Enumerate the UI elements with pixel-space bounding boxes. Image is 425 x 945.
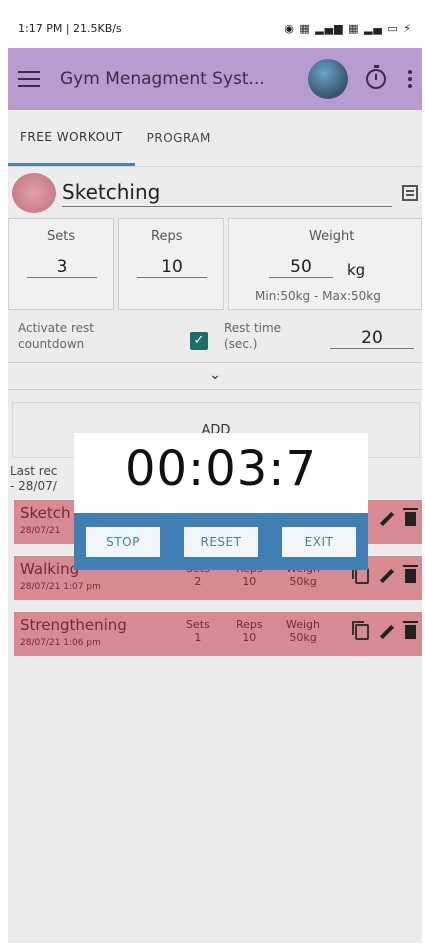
weight-range-hint: Min:50kg - Max:50kg <box>255 289 381 303</box>
menu-icon[interactable] <box>18 71 40 87</box>
rest-row: Activate rest countdown ✓ Rest time (sec… <box>8 316 422 364</box>
record-weight-label: Weigh <box>286 618 321 631</box>
exit-button[interactable]: EXIT <box>282 526 356 557</box>
sets-label: Sets <box>47 229 76 244</box>
avatar[interactable] <box>308 59 348 99</box>
record-reps-value: 10 <box>242 575 257 588</box>
record-sets-value: 2 <box>194 575 202 588</box>
tab-program[interactable]: PROGRAM <box>135 110 223 166</box>
record-reps-value: 10 <box>242 631 257 644</box>
tab-free-workout[interactable]: FREE WORKOUT <box>8 110 135 166</box>
stopwatch-dialog: 00:03:7 STOP RESET EXIT <box>74 433 368 570</box>
timer-icon[interactable] <box>366 65 386 89</box>
rest-countdown-checkbox[interactable]: ✓ <box>190 332 208 350</box>
weight-unit-select[interactable]: kg <box>347 261 365 279</box>
weight-input[interactable]: 50 <box>269 257 333 278</box>
record-date: 28/07/21 1:07 pm <box>20 582 101 592</box>
reps-input[interactable]: 10 <box>137 257 207 278</box>
copy-icon[interactable] <box>352 621 369 640</box>
more-icon[interactable] <box>408 70 412 88</box>
app-title: Gym Menagment Syst... <box>60 69 265 89</box>
edit-icon[interactable] <box>379 568 395 584</box>
record-reps-label: Reps <box>236 618 263 631</box>
record-weight-value: 50kg <box>289 631 317 644</box>
last-records-label: Last rec - 28/07/ <box>10 464 58 493</box>
record-sets-value: 1 <box>194 631 202 644</box>
record-actions <box>352 565 418 584</box>
expand-chevron-icon[interactable]: ⌄ <box>8 362 422 390</box>
weight-card: Weight 50 kg Min:50kg - Max:50kg <box>228 218 422 310</box>
record-actions <box>352 621 418 640</box>
status-time: 1:17 PM | 21.5KB/s <box>18 21 122 35</box>
trash-icon[interactable] <box>403 508 418 526</box>
record-sets: Sets 1 <box>186 618 210 644</box>
stop-button[interactable]: STOP <box>86 526 160 557</box>
record-sets-label: Sets <box>186 618 210 631</box>
record-weight: Weigh50kg <box>286 618 320 644</box>
reps-label: Reps <box>151 229 183 244</box>
rest-time-label: Rest time (sec.) <box>224 321 282 351</box>
app-bar: Gym Menagment Syst... <box>8 48 422 110</box>
sets-card: Sets 3 <box>8 218 114 310</box>
activate-rest-label: Activate rest countdown <box>18 321 95 351</box>
status-icons: ◉ ▦ ▂▄▆ ▦ ▂▄ ▭ ⚡ <box>284 21 412 35</box>
weight-label: Weight <box>309 229 355 244</box>
phone-screen: 1:17 PM | 21.5KB/s ◉ ▦ ▂▄▆ ▦ ▂▄ ▭ ⚡ Gym … <box>8 8 422 943</box>
record-name: Sketch <box>20 504 71 522</box>
record-actions <box>379 508 418 527</box>
reset-button[interactable]: RESET <box>184 526 258 557</box>
stopwatch-time: 00:03:7 <box>124 441 318 497</box>
tab-bar: FREE WORKOUT PROGRAM <box>8 110 422 167</box>
record-row[interactable]: Strengthening 28/07/21 1:06 pm Sets 1 Rep… <box>14 612 422 656</box>
edit-icon[interactable] <box>379 624 395 640</box>
rest-time-input[interactable]: 20 <box>330 328 414 349</box>
copy-icon[interactable] <box>352 565 369 584</box>
list-icon[interactable] <box>402 185 418 201</box>
exercise-name-field[interactable]: Sketching <box>62 180 392 207</box>
dialog-button-bar: STOP RESET EXIT <box>74 513 368 570</box>
edit-icon[interactable] <box>379 511 395 527</box>
record-reps: Reps10 <box>236 618 263 644</box>
status-bar: 1:17 PM | 21.5KB/s ◉ ▦ ▂▄▆ ▦ ▂▄ ▭ ⚡ <box>8 8 422 48</box>
trash-icon[interactable] <box>403 621 418 639</box>
sets-input[interactable]: 3 <box>27 257 97 278</box>
trash-icon[interactable] <box>403 565 418 583</box>
record-weight-value: 50kg <box>289 575 317 588</box>
reps-card: Reps 10 <box>118 218 224 310</box>
exercise-thumbnail <box>12 173 56 213</box>
record-name: Walking <box>20 560 80 578</box>
record-date: 28/07/21 <box>20 526 61 536</box>
record-name: Strengthening <box>20 616 127 634</box>
exercise-selector[interactable]: Sketching <box>12 172 422 214</box>
record-date: 28/07/21 1:06 pm <box>20 638 101 648</box>
